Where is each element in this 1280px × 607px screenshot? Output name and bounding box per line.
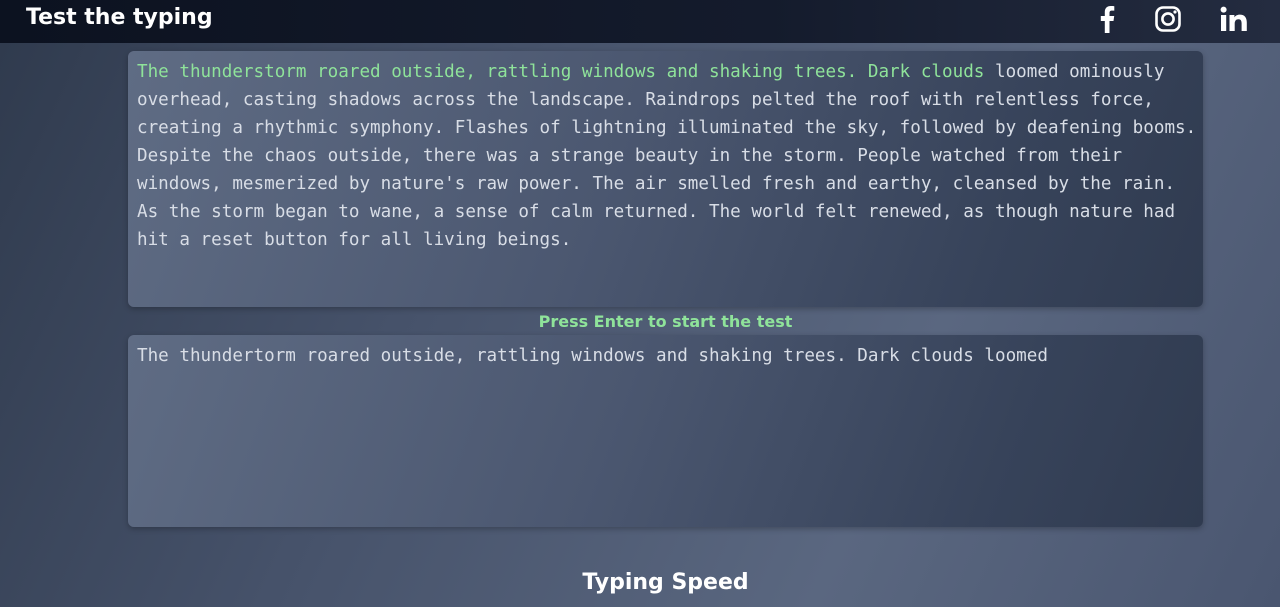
start-hint: Press Enter to start the test	[538, 312, 793, 331]
passage-remaining: loomed ominously overhead, casting shado…	[137, 62, 1197, 250]
linkedin-icon	[1220, 6, 1247, 31]
instagram-icon	[1155, 6, 1181, 32]
passage-typed-correct: The thunderstorm roared outside, rattlin…	[137, 62, 985, 82]
linkedin-link[interactable]	[1219, 4, 1249, 34]
facebook-icon	[1100, 6, 1115, 33]
instagram-link[interactable]	[1153, 4, 1183, 34]
facebook-link[interactable]	[1094, 4, 1120, 34]
typing-panel: The thundertorm roared outside, rattling…	[128, 335, 1203, 527]
app-title: Test the typing	[26, 5, 213, 30]
typing-speed-heading: Typing Speed	[582, 570, 749, 595]
passage-panel: The thunderstorm roared outside, rattlin…	[128, 51, 1203, 307]
passage-text: The thunderstorm roared outside, rattlin…	[137, 58, 1199, 254]
top-bar: Test the typing	[0, 0, 1280, 43]
typing-input[interactable]: The thundertorm roared outside, rattling…	[137, 342, 1195, 520]
